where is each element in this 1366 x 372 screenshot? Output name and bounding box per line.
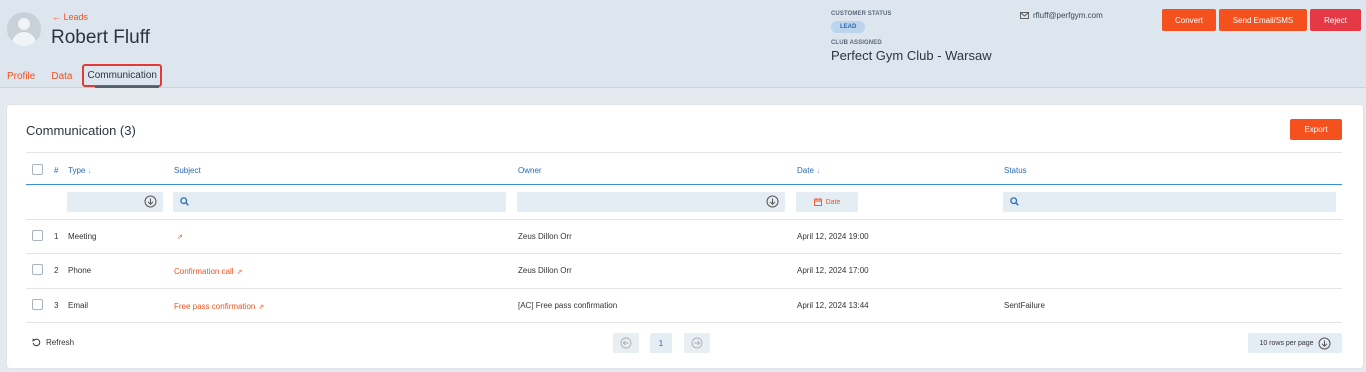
row-checkbox[interactable] <box>32 299 43 310</box>
communication-card: Communication (3) Export # Type ↓ Subjec… <box>7 105 1363 368</box>
row-number: 2 <box>54 266 59 275</box>
arrow-left-circle-icon <box>620 337 632 349</box>
row-type: Phone <box>68 266 92 275</box>
export-button[interactable]: Export <box>1290 119 1342 140</box>
link-icon: ⇗ <box>236 269 243 276</box>
lead-header: ← Leads Robert Fluff Profile Data Commun… <box>0 0 1366 88</box>
tab-profile[interactable]: Profile <box>7 71 35 82</box>
row-checkbox[interactable] <box>32 264 43 275</box>
date-filter-button[interactable]: Date <box>796 192 858 212</box>
divider <box>26 152 1342 153</box>
club-assigned-label: CLUB ASSIGNED <box>831 40 882 46</box>
subject-search-input[interactable] <box>173 192 506 212</box>
mail-icon <box>1020 12 1029 19</box>
customer-status-label: CUSTOMER STATUS <box>831 11 892 17</box>
email-display[interactable]: rfluff@perfgym.com <box>1020 11 1103 20</box>
row-status: SentFailure <box>1004 301 1045 310</box>
column-header-date[interactable]: Date ↓ <box>797 166 820 175</box>
column-header-status[interactable]: Status <box>1004 166 1027 175</box>
convert-button[interactable]: Convert <box>1162 9 1216 31</box>
user-avatar-icon <box>7 12 41 46</box>
search-icon <box>1010 197 1019 206</box>
rows-per-page-select[interactable]: 10 rows per page <box>1248 333 1342 353</box>
chevron-down-circle-icon <box>1318 337 1331 349</box>
divider <box>26 322 1342 323</box>
row-number: 1 <box>54 232 59 241</box>
active-tab-indicator <box>95 86 159 88</box>
row-type: Email <box>68 301 89 310</box>
previous-page-button[interactable] <box>613 333 639 353</box>
tab-communication[interactable]: Communication <box>82 64 162 87</box>
tab-data[interactable]: Data <box>51 71 72 82</box>
header-underline <box>26 184 1342 185</box>
refresh-label: Refresh <box>46 338 75 347</box>
column-header-num: # <box>54 166 59 175</box>
row-owner: Zeus Dillon Orr <box>518 266 572 275</box>
reject-button[interactable]: Reject <box>1310 9 1361 31</box>
next-page-button[interactable] <box>684 333 710 353</box>
club-assigned-value: Perfect Gym Club - Warsaw <box>831 48 992 63</box>
sort-arrow-icon: ↓ <box>87 166 92 175</box>
column-header-owner[interactable]: Owner <box>518 166 542 175</box>
row-owner: [AC] Free pass confirmation <box>518 301 618 310</box>
communication-title: Communication (3) <box>26 123 136 138</box>
calendar-icon <box>813 198 822 206</box>
tab-bar: Profile Data Communication <box>7 64 178 88</box>
divider <box>26 253 1342 254</box>
page-title: Robert Fluff <box>51 27 150 48</box>
rows-per-page-label: 10 rows per page <box>1259 339 1314 347</box>
arrow-right-circle-icon <box>691 337 703 349</box>
row-type: Meeting <box>68 232 97 241</box>
row-owner: Zeus Dillon Orr <box>518 232 572 241</box>
owner-filter-select[interactable] <box>517 192 785 212</box>
row-subject-link[interactable]: Confirmation call ⇗ <box>174 267 242 276</box>
chevron-down-circle-icon <box>766 195 779 208</box>
send-email-sms-button[interactable]: Send Email/SMS <box>1219 9 1307 31</box>
header-actions: Convert Send Email/SMS Reject <box>1162 9 1364 31</box>
sort-arrow-icon: ↓ <box>816 166 821 175</box>
link-icon: ⇗ <box>258 304 265 311</box>
type-filter-select[interactable] <box>67 192 163 212</box>
row-date: April 12, 2024 17:00 <box>797 266 869 275</box>
divider <box>26 219 1342 220</box>
row-subject-link[interactable]: Free pass confirmation ⇗ <box>174 302 264 311</box>
current-page[interactable]: 1 <box>650 333 672 353</box>
refresh-icon <box>32 338 41 347</box>
status-search-input[interactable] <box>1003 192 1336 212</box>
date-filter-label: Date <box>825 198 841 206</box>
select-all-checkbox[interactable] <box>32 164 43 175</box>
status-block: CUSTOMER STATUS LEAD CLUB ASSIGNED Perfe… <box>831 11 992 63</box>
search-icon <box>180 197 189 206</box>
chevron-down-circle-icon <box>144 195 157 208</box>
link-icon: ⇗ <box>177 234 183 241</box>
column-header-type[interactable]: Type ↓ <box>68 166 92 175</box>
back-to-leads-link[interactable]: ← Leads <box>52 12 88 22</box>
row-number: 3 <box>54 301 59 310</box>
refresh-button[interactable]: Refresh <box>32 338 74 347</box>
row-date: April 12, 2024 19:00 <box>797 232 869 241</box>
email-text: rfluff@perfgym.com <box>1033 11 1103 20</box>
status-badge: LEAD <box>831 21 866 33</box>
divider <box>26 288 1342 289</box>
row-checkbox[interactable] <box>32 230 43 241</box>
row-date: April 12, 2024 13:44 <box>797 301 869 310</box>
row-subject-link[interactable]: ⇗ <box>174 232 183 241</box>
column-header-subject[interactable]: Subject <box>174 166 201 175</box>
